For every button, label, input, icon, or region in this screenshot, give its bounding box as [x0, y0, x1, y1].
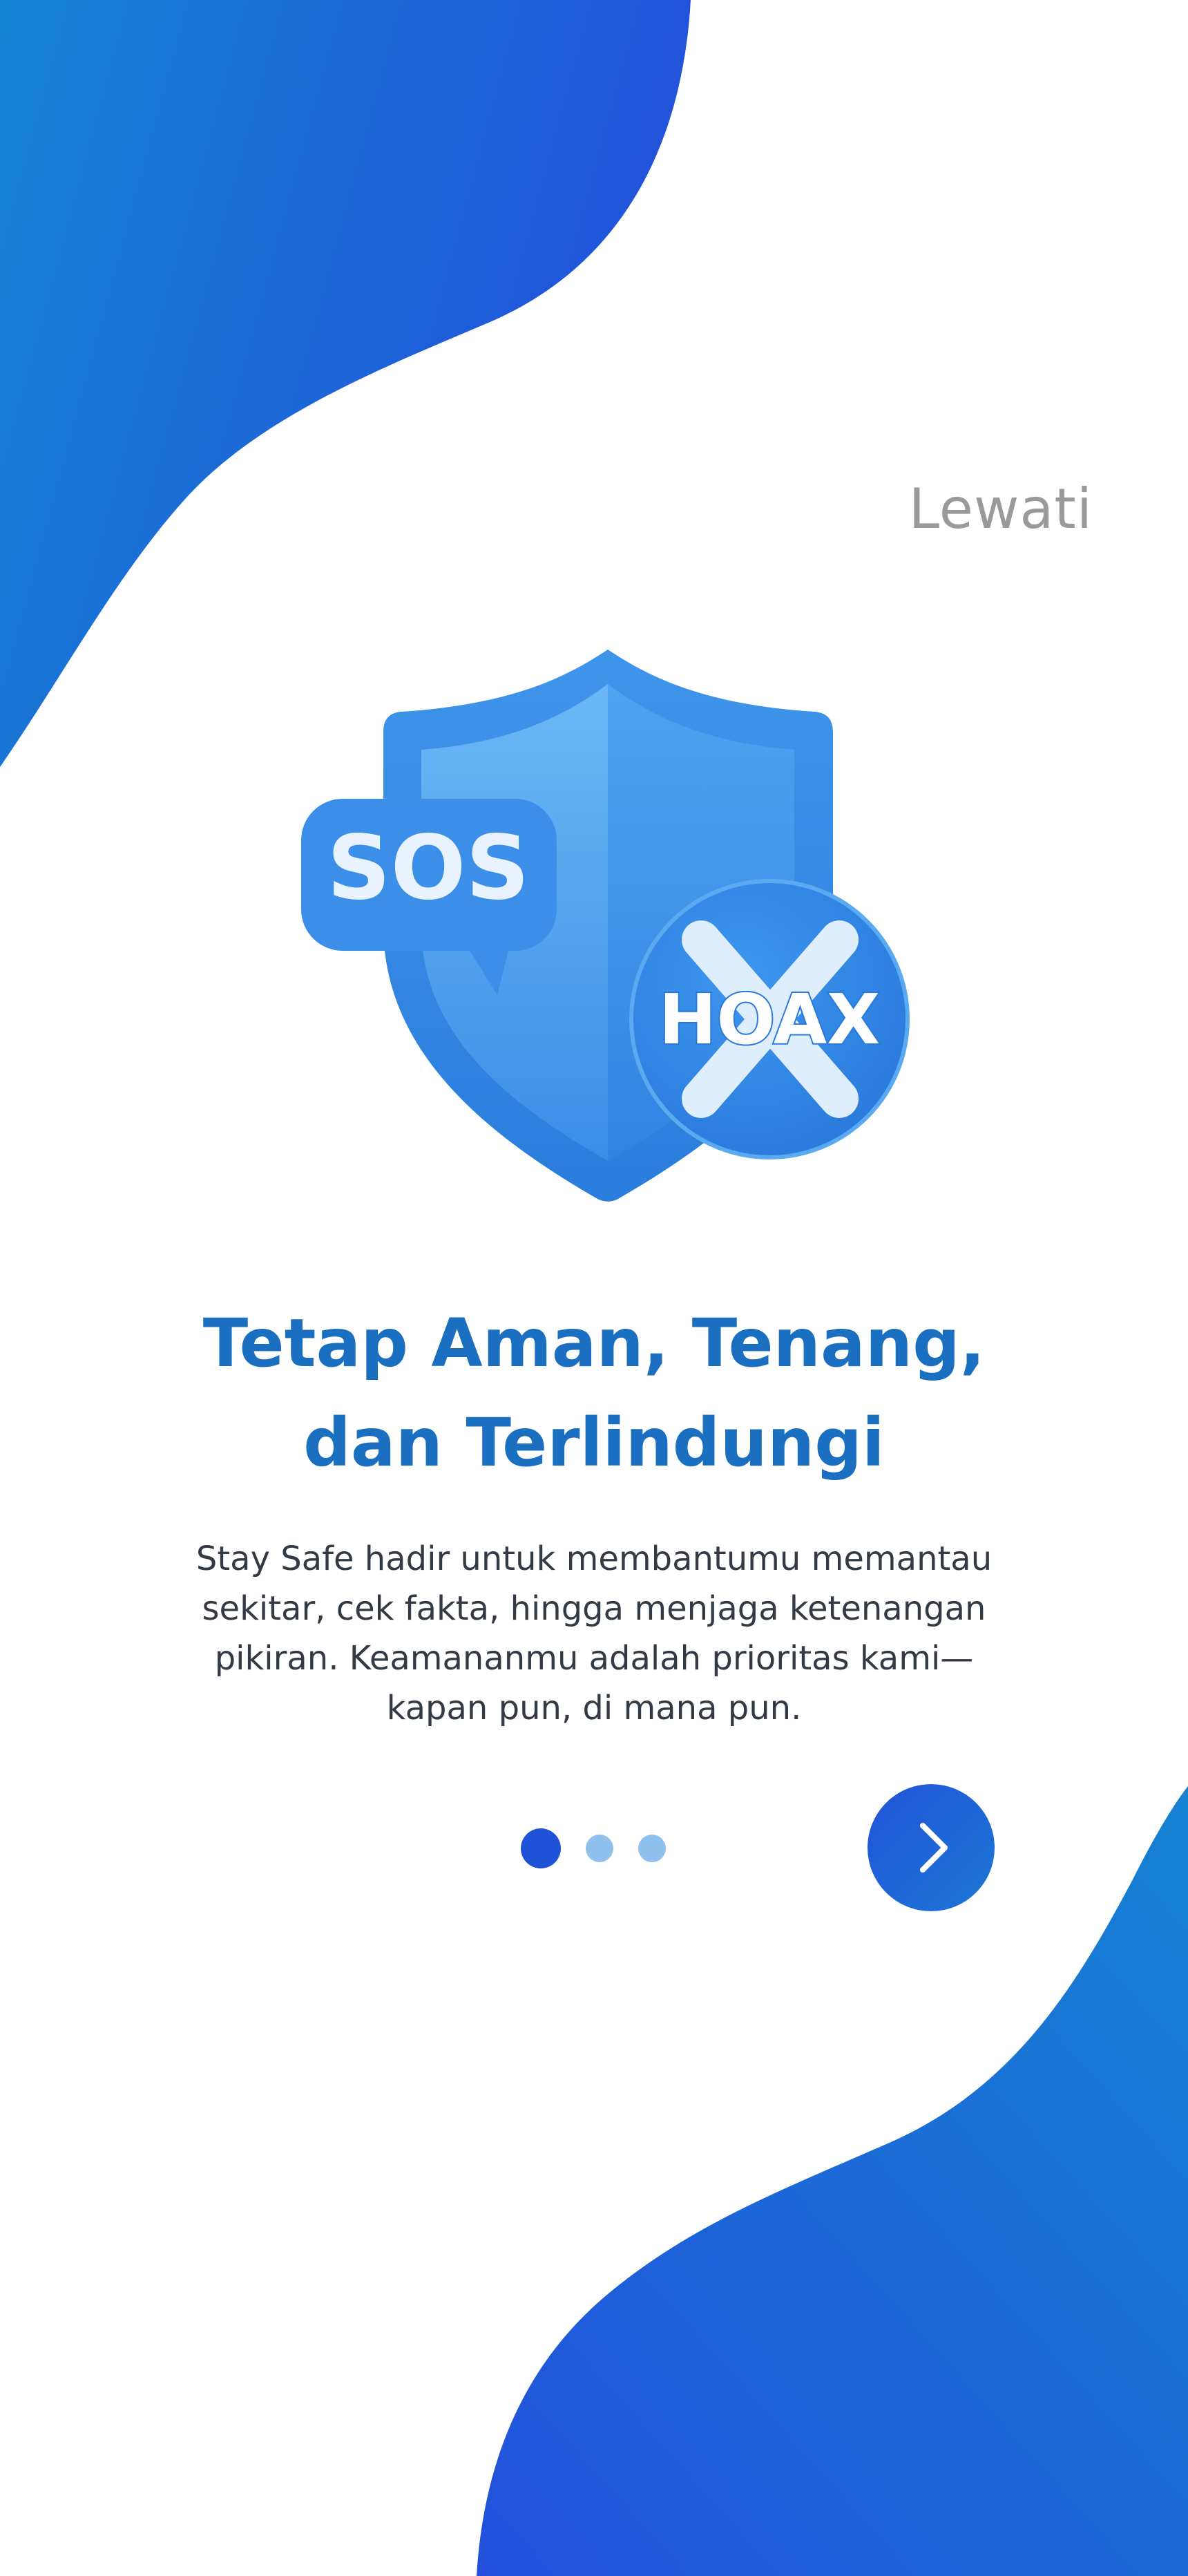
shield-illustration: SOS HOAX	[301, 650, 910, 1202]
background-blob-top	[0, 0, 1188, 2576]
onboarding-description: Stay Safe hadir untuk membantumu memanta…	[166, 1534, 1022, 1733]
title-line-2: dan Terlindungi	[303, 1404, 885, 1481]
next-button[interactable]	[868, 1784, 995, 1911]
chevron-right-icon	[920, 1823, 948, 1873]
pagination-dot-3[interactable]	[638, 1835, 666, 1862]
hoax-label: HOAX	[659, 979, 881, 1060]
description-line-1: Stay Safe hadir untuk membantumu memanta…	[195, 1540, 993, 1578]
hoax-badge: HOAX	[629, 879, 910, 1159]
sos-label: SOS	[327, 817, 529, 920]
title-line-1: Tetap Aman, Tenang,	[202, 1305, 986, 1382]
description-line-4: kapan pun, di mana pun.	[386, 1689, 802, 1727]
description-line-3: pikiran. Keamananmu adalah prioritas kam…	[214, 1639, 974, 1678]
pagination-dot-1[interactable]	[521, 1828, 561, 1868]
skip-button[interactable]: Lewati	[909, 477, 1093, 541]
onboarding-title: Tetap Aman, Tenang, dan Terlindungi	[0, 1294, 1188, 1493]
pagination-dot-2[interactable]	[586, 1835, 613, 1862]
description-line-2: sekitar, cek fakta, hingga menjaga keten…	[202, 1589, 986, 1628]
